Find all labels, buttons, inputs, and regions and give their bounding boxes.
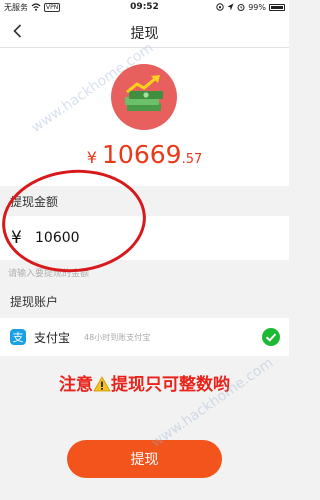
back-arrow-icon — [12, 24, 21, 38]
back-button[interactable] — [6, 20, 28, 42]
alipay-icon: 支 — [10, 329, 26, 345]
alipay-account-option[interactable]: 支 支付宝 48小时到账支付宝 — [0, 318, 289, 356]
lock-rotation-icon — [216, 3, 224, 11]
balance-amount: ¥ 10669.57 — [0, 140, 289, 169]
money-growth-icon — [111, 64, 177, 130]
amount-input-row[interactable]: ¥ — [0, 216, 289, 260]
status-left: 无服务 VPN — [4, 2, 61, 13]
amount-hint: 请输入要提现的金额 — [8, 269, 90, 279]
account-section-label: 提现账户 — [10, 295, 59, 309]
vpn-badge: VPN — [44, 2, 61, 12]
status-right: 99% — [216, 3, 285, 12]
withdraw-submit-button[interactable]: 提现 — [67, 440, 222, 478]
amount-input[interactable] — [35, 230, 235, 246]
status-bar: 无服务 VPN 09:52 99% — [0, 0, 289, 14]
battery-icon — [269, 3, 285, 11]
balance-card: ¥ 10669.57 — [0, 48, 289, 186]
account-note: 48小时到账支付宝 — [84, 332, 151, 342]
account-method: 支付宝 — [34, 330, 71, 345]
notice-prefix: 注意 — [59, 375, 93, 395]
nav-bar: 提现 — [0, 14, 289, 48]
amount-currency: ¥ — [11, 228, 22, 248]
battery-fill — [271, 5, 283, 9]
balance-decimal: .57 — [181, 152, 203, 167]
wifi-icon — [31, 3, 41, 11]
battery-percent: 99% — [248, 2, 266, 12]
balance-currency: ¥ — [86, 148, 97, 167]
amount-section-label: 提现金额 — [10, 195, 59, 209]
warning-icon — [93, 376, 111, 392]
notice-message: 提现只可整数哟 — [111, 375, 230, 395]
balance-integer: 10669 — [102, 140, 182, 169]
alarm-clock-icon — [237, 4, 245, 11]
carrier-label: 无服务 — [4, 2, 28, 12]
check-circle-icon — [262, 328, 280, 346]
page-title: 提现 — [130, 26, 159, 42]
notice-text: 注意 提现只可整数哟 — [0, 370, 289, 395]
location-arrow-icon — [227, 3, 234, 11]
